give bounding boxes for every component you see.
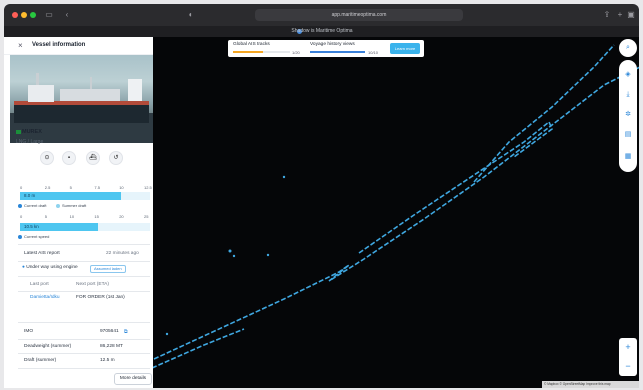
new-tab-icon[interactable]: + [615, 9, 625, 21]
status-badge: Assumed laden [90, 265, 126, 273]
scale-tick: 12.5 [144, 185, 152, 190]
track-line-main [153, 66, 639, 360]
legend-current-speed: Current speed [18, 234, 49, 239]
last-port-label: Last port [30, 282, 49, 287]
scale-tick: 5 [69, 185, 72, 190]
divider [18, 322, 150, 323]
download-icon[interactable]: ⤓ [619, 88, 637, 102]
ship-icon[interactable]: ⛴ [86, 151, 100, 165]
status-text: ● Under way using engine [22, 265, 78, 270]
browser-toolbar: ▭ ‹ ◐ app.maritimeoptima.com ⇪ + ▣ [4, 4, 639, 26]
track-line-left [151, 328, 245, 369]
scale-tick: 2.5 [44, 185, 51, 190]
latest-report-label: Latest AIS report [24, 251, 60, 256]
tabs-icon[interactable]: ▣ [626, 9, 636, 21]
maximize-window-dot[interactable] [30, 12, 36, 18]
tab-strip: Shadow is Maritime Optima [4, 26, 639, 37]
divider [18, 276, 150, 277]
scale-tick: 0 [20, 214, 23, 219]
settings-icon[interactable]: ✲ [619, 108, 637, 122]
track-point[interactable] [228, 249, 232, 253]
share-icon[interactable]: ⇪ [602, 9, 612, 21]
draft-bar-label: 8.0 m [24, 193, 36, 198]
next-port-value: FOR ORDER (1st Jan) [76, 295, 125, 300]
speed-bar-track: 10.5 kn [20, 223, 150, 231]
target-icon[interactable]: ⊙ [40, 151, 54, 165]
scale-tick: 10 [119, 185, 124, 190]
history-icon[interactable]: ↺ [109, 151, 123, 165]
scale-tick: 20 [119, 214, 124, 219]
map-toolbar: ◈ ⤓ ✲ ▤ ▦ [619, 60, 637, 172]
search-icon[interactable]: ⌕ [619, 39, 637, 57]
back-icon[interactable]: ‹ [62, 9, 72, 21]
deadweight-label: Deadweight (summer) [24, 344, 72, 349]
close-icon[interactable]: × [18, 41, 23, 50]
track-point[interactable] [165, 332, 169, 336]
latest-report-value: 22 minutes ago [106, 251, 139, 256]
divider [18, 291, 150, 292]
flag-icon [16, 130, 21, 134]
imo-value: 9705641 [100, 329, 119, 334]
usage-card: Global AIS tracks 1/20 Voyage history vi… [228, 40, 424, 57]
draft-bar-track: 8.0 m [20, 192, 150, 200]
deadweight-value: 86,228 MT [100, 344, 123, 349]
zoom-out-button[interactable]: − [619, 357, 637, 376]
global-tracks-track [263, 51, 290, 53]
address-bar[interactable]: app.maritimeoptima.com [255, 9, 463, 21]
speed-bar-label: 10.5 kn [24, 224, 39, 229]
divider [18, 368, 150, 369]
layers-icon[interactable]: ◈ [619, 68, 637, 82]
last-port-link[interactable]: Damietta/Idku [30, 295, 60, 300]
more-details-button[interactable]: More details [114, 373, 152, 385]
grid-icon[interactable]: ▦ [619, 150, 637, 164]
track-point[interactable] [266, 253, 270, 257]
vessel-name: MUREX [22, 129, 42, 135]
map-attribution[interactable]: © Mapbox © OpenStreetMap Improve this ma… [542, 381, 639, 388]
legend-current-draft: Current draft [18, 203, 46, 208]
screenshot-frame: ▭ ‹ ◐ app.maritimeoptima.com ⇪ + ▣ Shado… [0, 0, 643, 390]
vessel-info-panel: × Vessel information MUREX LNG / Large ⊙… [4, 37, 153, 388]
vessel-type: LNG / Large [16, 139, 44, 145]
divider [18, 339, 150, 340]
track-point[interactable] [282, 175, 286, 179]
scale-tick: 5 [44, 214, 48, 219]
draft-value: 12.5 m [100, 358, 115, 363]
minimize-window-dot[interactable] [21, 12, 27, 18]
note-icon[interactable]: ▪ [62, 151, 76, 165]
global-tracks-count: 1/20 [292, 50, 300, 55]
scale-tick: 25 [144, 214, 149, 219]
zoom-in-button[interactable]: + [619, 338, 637, 357]
scale-tick: 7.5 [94, 185, 100, 190]
ship-list-icon[interactable]: ▤ [619, 128, 637, 142]
voyage-history-count: 10/10 [368, 50, 379, 55]
scale-tick: 15 [94, 214, 99, 219]
zoom-control: + − [619, 338, 637, 376]
voyage-history-label: Voyage history views [310, 42, 355, 47]
panel-title: Vessel information [32, 42, 86, 48]
legend-summer-draft: Summer draft [56, 203, 86, 208]
panel-header: × Vessel information [4, 37, 153, 55]
copy-icon[interactable]: ⧉ [124, 329, 127, 335]
imo-label: IMO [24, 329, 34, 334]
divider [18, 261, 150, 262]
draft-label: Draft (summer) [24, 358, 57, 363]
global-tracks-label: Global AIS tracks [233, 42, 270, 47]
scale-tick: 0 [20, 185, 23, 190]
close-window-dot[interactable] [12, 12, 18, 18]
sidebar-icon[interactable]: ▭ [44, 9, 54, 21]
track-line-branch [358, 120, 553, 254]
learn-more-button[interactable]: Learn more [390, 43, 420, 54]
divider [18, 244, 150, 245]
shield-icon[interactable]: ◐ [186, 9, 196, 21]
divider [18, 353, 150, 354]
voyage-history-bar [310, 51, 365, 53]
scale-tick: 10 [69, 214, 75, 219]
global-tracks-bar [233, 51, 263, 53]
track-point[interactable] [232, 254, 236, 258]
next-port-label: Next port (ETA) [76, 282, 109, 287]
tab-title[interactable]: Shadow is Maritime Optima [252, 27, 392, 36]
